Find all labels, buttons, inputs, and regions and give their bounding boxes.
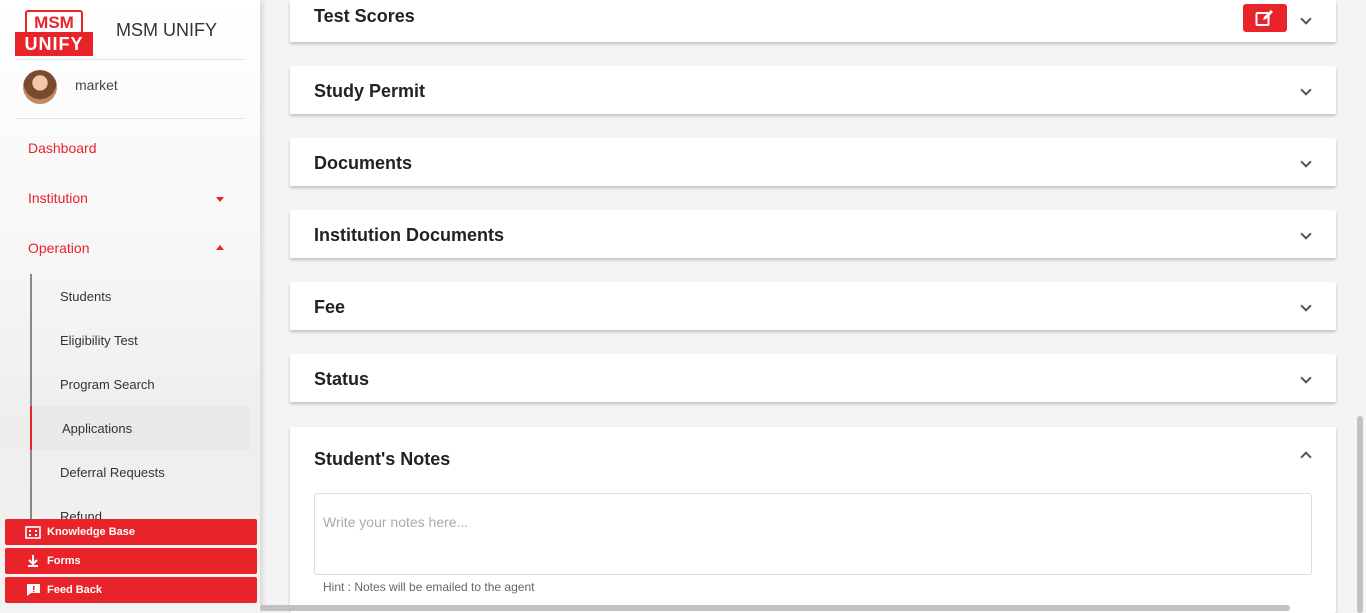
chevron-down-icon[interactable]	[1300, 84, 1312, 96]
submenu-line	[30, 274, 32, 524]
nav-dashboard[interactable]: Dashboard	[28, 140, 97, 156]
sidebar-item-students[interactable]: Students	[60, 289, 111, 304]
edit-button[interactable]	[1243, 4, 1287, 32]
avatar[interactable]	[23, 70, 57, 104]
nav-institution[interactable]: Institution	[28, 190, 88, 206]
divider	[15, 118, 245, 119]
chevron-down-icon[interactable]	[1300, 300, 1312, 312]
username: market	[75, 77, 118, 93]
caret-up-icon[interactable]	[216, 245, 224, 250]
chevron-down-icon[interactable]	[1300, 13, 1312, 25]
horizontal-scrollbar-thumb[interactable]	[260, 605, 1290, 611]
notes-hint: Hint : Notes will be emailed to the agen…	[323, 580, 535, 594]
section-documents[interactable]: Documents	[290, 138, 1336, 186]
section-title: Fee	[314, 297, 346, 317]
quick-link-label: Forms	[47, 555, 81, 567]
section-title: Status	[314, 369, 370, 389]
section-students-notes: Student's Notes Hint : Notes will be ema…	[290, 427, 1336, 613]
feedback-icon	[25, 583, 41, 597]
app-title: MSM UNIFY	[116, 20, 217, 40]
section-status[interactable]: Status	[290, 354, 1336, 402]
section-title: Study Permit	[314, 81, 426, 101]
logo-top-text: MSM	[25, 10, 83, 34]
brand-logo[interactable]: MSM UNIFY	[15, 10, 93, 56]
section-test-scores[interactable]: Test Scores	[290, 0, 1336, 42]
logo-bottom-text: UNIFY	[15, 32, 93, 56]
building-icon	[25, 525, 41, 539]
vertical-scrollbar-thumb[interactable]	[1357, 416, 1363, 613]
section-title: Student's Notes	[314, 449, 451, 469]
sidebar-item-program-search[interactable]: Program Search	[60, 377, 155, 392]
caret-down-icon[interactable]	[216, 197, 224, 202]
section-title: Documents	[314, 153, 413, 173]
sidebar-item-eligibility-test[interactable]: Eligibility Test	[60, 333, 138, 348]
sidebar-item-applications[interactable]: Applications	[62, 421, 132, 436]
forms-button[interactable]: Forms	[5, 548, 257, 574]
chevron-down-icon[interactable]	[1300, 372, 1312, 384]
section-title: Institution Documents	[314, 225, 504, 245]
chevron-down-icon[interactable]	[1300, 156, 1312, 168]
feedback-button[interactable]: Feed Back	[5, 577, 257, 603]
section-study-permit[interactable]: Study Permit	[290, 66, 1336, 114]
sidebar-item-deferral-requests[interactable]: Deferral Requests	[60, 465, 165, 480]
divider	[15, 59, 245, 60]
notes-input[interactable]	[314, 493, 1312, 575]
knowledge-base-button[interactable]: Knowledge Base	[5, 519, 257, 545]
quick-link-label: Feed Back	[47, 584, 103, 596]
section-institution-documents[interactable]: Institution Documents	[290, 210, 1336, 258]
edit-icon	[1255, 10, 1273, 26]
section-title: Test Scores	[314, 6, 415, 26]
chevron-down-icon[interactable]	[1300, 228, 1312, 240]
sidebar: MSM UNIFY MSM UNIFY market Dashboard Ins…	[0, 0, 260, 613]
section-fee[interactable]: Fee	[290, 282, 1336, 330]
nav-operation[interactable]: Operation	[28, 240, 89, 256]
quick-link-label: Knowledge Base	[47, 526, 136, 538]
download-icon	[25, 554, 41, 568]
chevron-up-icon[interactable]	[1300, 451, 1312, 463]
